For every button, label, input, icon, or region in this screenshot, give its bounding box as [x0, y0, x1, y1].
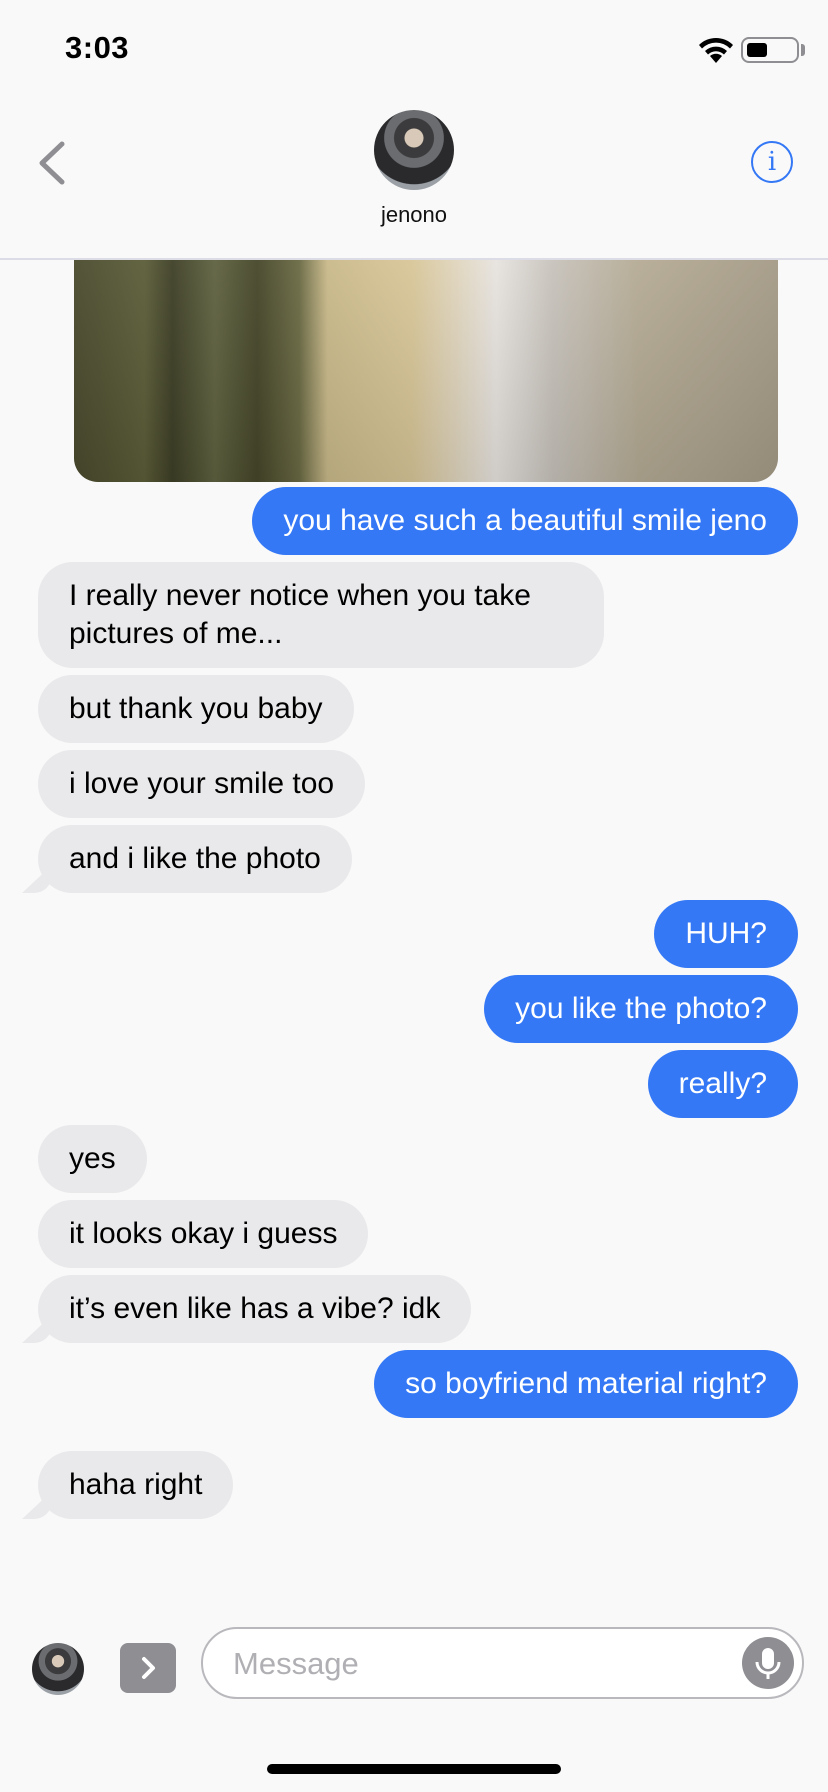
contact-avatar[interactable] — [374, 110, 454, 190]
message-bubble-incoming[interactable]: and i like the photo — [38, 825, 352, 893]
message-bubble-incoming[interactable]: but thank you baby — [38, 675, 354, 743]
message-bubble-incoming[interactable]: I really never notice when you take pict… — [38, 562, 604, 668]
photo-attachment[interactable] — [74, 260, 778, 482]
wifi-icon — [699, 37, 733, 63]
message-bubble-incoming[interactable]: haha right — [38, 1451, 234, 1519]
contact-name[interactable]: jenono — [0, 202, 828, 228]
message-bubble-incoming[interactable]: i love your smile too — [38, 750, 366, 818]
message-bubble-outgoing[interactable]: really? — [647, 1050, 798, 1118]
back-chevron-icon[interactable] — [30, 138, 80, 188]
memoji-avatar-button[interactable] — [32, 1643, 84, 1695]
message-bubble-incoming[interactable]: yes — [38, 1125, 147, 1193]
battery-level — [747, 43, 767, 57]
conversation-header: jenono i — [0, 80, 828, 260]
message-bubble-outgoing[interactable]: so boyfriend material right? — [374, 1350, 798, 1418]
battery-icon — [741, 37, 799, 63]
status-time: 3:03 — [65, 30, 130, 65]
microphone-button[interactable] — [742, 1637, 794, 1689]
message-bubble-outgoing[interactable]: HUH? — [654, 900, 798, 968]
battery-cap — [801, 44, 805, 56]
home-indicator — [267, 1764, 561, 1774]
message-input[interactable] — [231, 1643, 715, 1685]
message-input-field[interactable] — [201, 1627, 804, 1699]
message-bubble-outgoing[interactable]: you like the photo? — [484, 975, 798, 1043]
apps-button[interactable] — [120, 1643, 176, 1693]
info-icon[interactable]: i — [751, 141, 793, 183]
message-bubble-outgoing[interactable]: you have such a beautiful smile jeno — [252, 487, 798, 555]
microphone-icon — [755, 1648, 781, 1679]
apps-chevron-icon — [142, 1657, 155, 1679]
message-bubble-incoming[interactable]: it’s even like has a vibe? idk — [38, 1275, 472, 1343]
message-bubble-incoming[interactable]: it looks okay i guess — [38, 1200, 369, 1268]
